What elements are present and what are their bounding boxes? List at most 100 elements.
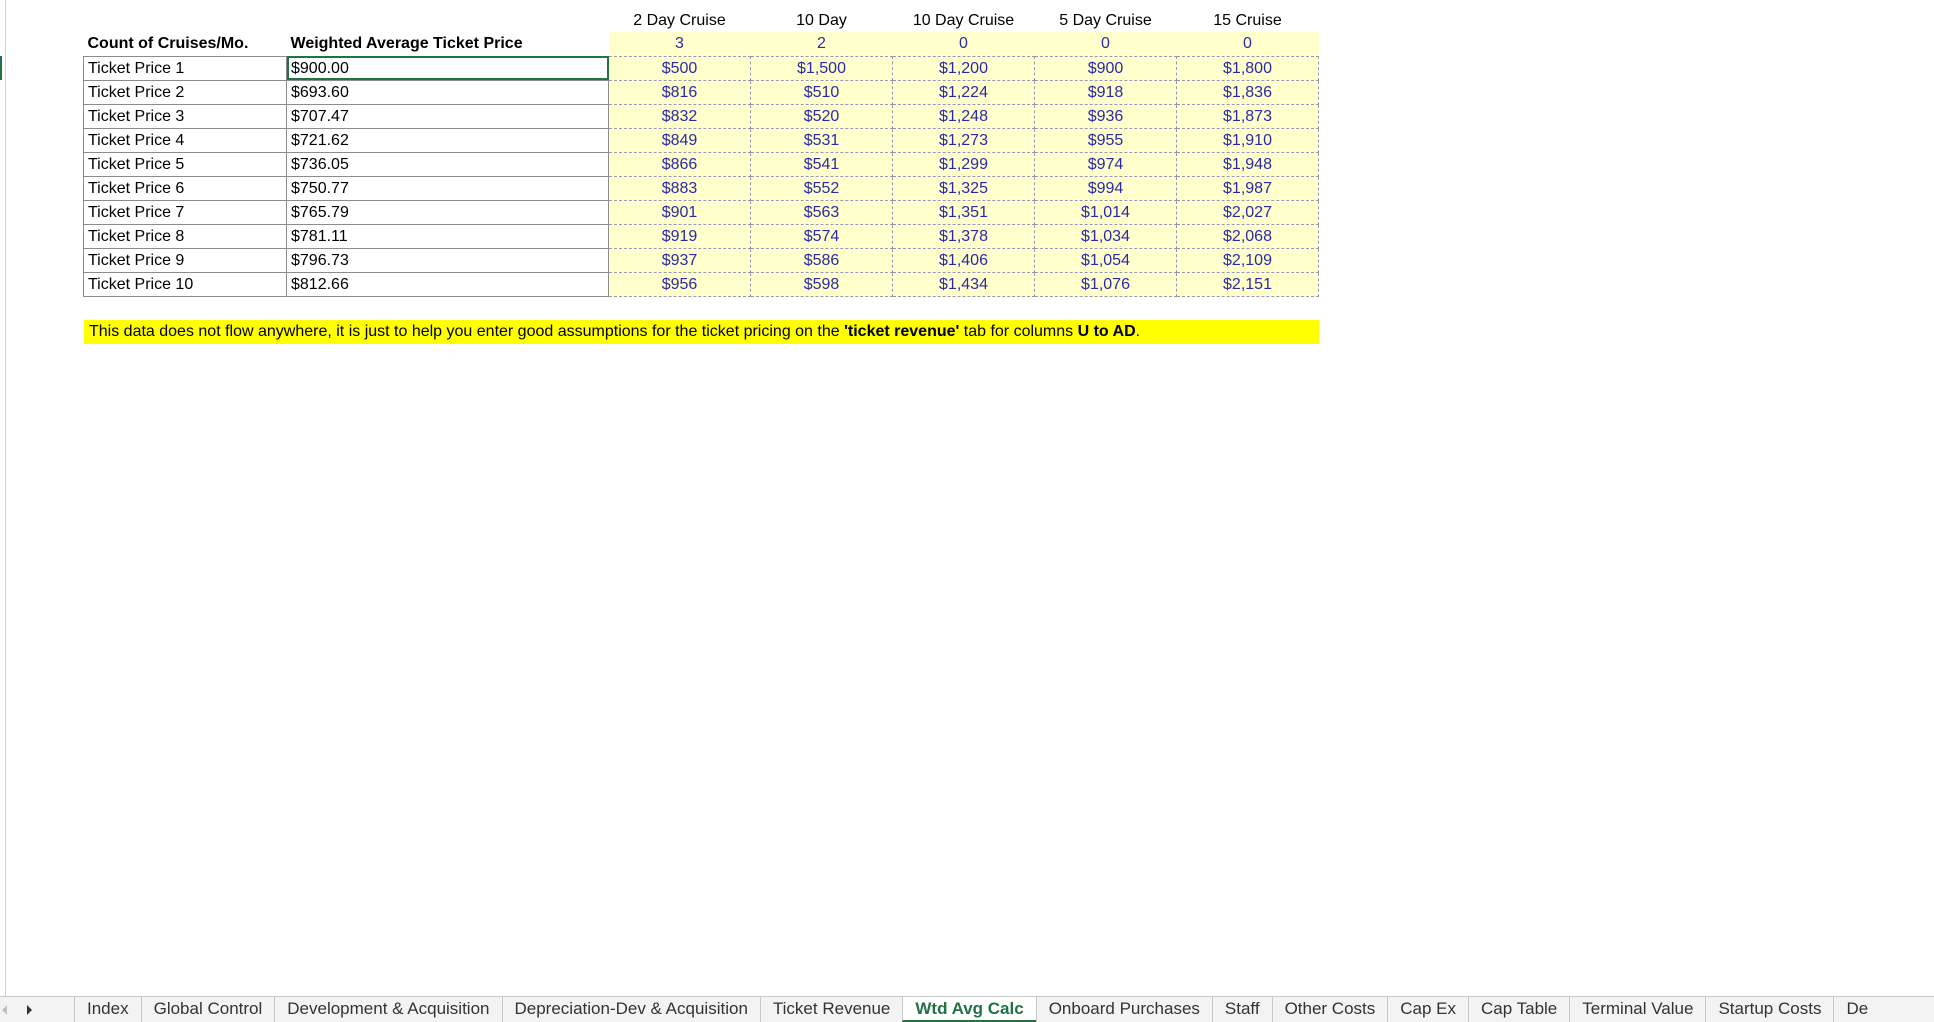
cruise-type-header[interactable]: 2 Day Cruise: [609, 8, 751, 32]
ticket-price-cell[interactable]: $866: [608, 152, 751, 177]
ticket-price-cell[interactable]: $832: [608, 104, 751, 129]
sheet-tab[interactable]: Global Control: [140, 997, 275, 1022]
sheet-tab[interactable]: De: [1833, 997, 1880, 1022]
sheet-tab[interactable]: Depreciation-Dev & Acquisition: [501, 997, 760, 1022]
sheet-tab[interactable]: Staff: [1211, 997, 1272, 1022]
sheet-tab[interactable]: Cap Ex: [1387, 997, 1468, 1022]
weighted-average-cell[interactable]: $796.73: [286, 247, 609, 273]
sheet-tab[interactable]: Ticket Revenue: [759, 997, 902, 1022]
ticket-price-cell[interactable]: $919: [608, 224, 751, 249]
cruise-type-header[interactable]: 15 Cruise: [1177, 8, 1319, 32]
sheet-tab[interactable]: Cap Table: [1468, 997, 1569, 1022]
ticket-price-label[interactable]: Ticket Price 9: [83, 247, 287, 273]
weighted-average-cell[interactable]: $721.62: [286, 127, 609, 153]
sheet-tab[interactable]: Other Costs: [1271, 997, 1388, 1022]
cruise-type-header[interactable]: 10 Day: [751, 8, 893, 32]
ticket-price-cell[interactable]: $816: [608, 80, 751, 105]
sheet-tab[interactable]: Onboard Purchases: [1035, 997, 1212, 1022]
ticket-price-cell[interactable]: $531: [750, 128, 893, 153]
ticket-price-cell[interactable]: $1,054: [1034, 248, 1177, 273]
empty-cell[interactable]: [84, 8, 287, 32]
ticket-price-cell[interactable]: $1,406: [892, 248, 1035, 273]
ticket-price-cell[interactable]: $1,248: [892, 104, 1035, 129]
ticket-price-cell[interactable]: $1,948: [1176, 152, 1319, 177]
ticket-price-cell[interactable]: $1,034: [1034, 224, 1177, 249]
ticket-price-cell[interactable]: $936: [1034, 104, 1177, 129]
ticket-price-cell[interactable]: $2,109: [1176, 248, 1319, 273]
sheet-tab[interactable]: Startup Costs: [1705, 997, 1833, 1022]
ticket-price-label[interactable]: Ticket Price 2: [83, 79, 287, 105]
ticket-price-cell[interactable]: $1,836: [1176, 80, 1319, 105]
ticket-price-label[interactable]: Ticket Price 5: [83, 151, 287, 177]
ticket-price-cell[interactable]: $1,351: [892, 200, 1035, 225]
sheet-tab[interactable]: Wtd Avg Calc: [902, 997, 1036, 1022]
ticket-price-cell[interactable]: $1,434: [892, 272, 1035, 297]
ticket-price-cell[interactable]: $1,910: [1176, 128, 1319, 153]
sheet-tab[interactable]: Development & Acquisition: [274, 997, 501, 1022]
weighted-average-cell[interactable]: $736.05: [286, 151, 609, 177]
weighted-average-cell-selected[interactable]: $900.00: [286, 55, 609, 81]
scroll-left-icon[interactable]: [2, 1005, 7, 1015]
ticket-price-cell[interactable]: $849: [608, 128, 751, 153]
ticket-price-cell[interactable]: $1,273: [892, 128, 1035, 153]
ticket-price-cell[interactable]: $883: [608, 176, 751, 201]
ticket-price-cell[interactable]: $900: [1034, 55, 1177, 81]
ticket-price-cell[interactable]: $956: [608, 272, 751, 297]
ticket-price-cell[interactable]: $1,378: [892, 224, 1035, 249]
ticket-price-cell[interactable]: $918: [1034, 80, 1177, 105]
ticket-price-cell[interactable]: $901: [608, 200, 751, 225]
count-of-cruises-header[interactable]: Count of Cruises/Mo.: [84, 32, 287, 56]
weighted-average-cell[interactable]: $693.60: [286, 79, 609, 105]
ticket-price-cell[interactable]: $563: [750, 200, 893, 225]
ticket-price-label[interactable]: Ticket Price 8: [83, 223, 287, 249]
cruise-type-header[interactable]: 5 Day Cruise: [1035, 8, 1177, 32]
ticket-price-cell[interactable]: $1,873: [1176, 104, 1319, 129]
ticket-price-cell[interactable]: $1,014: [1034, 200, 1177, 225]
sheet-tab[interactable]: Index: [74, 997, 141, 1022]
ticket-price-cell[interactable]: $500: [608, 55, 751, 81]
ticket-price-label[interactable]: Ticket Price 3: [83, 103, 287, 129]
ticket-price-cell[interactable]: $541: [750, 152, 893, 177]
cruise-count-cell[interactable]: 0: [892, 32, 1035, 56]
weighted-average-cell[interactable]: $707.47: [286, 103, 609, 129]
ticket-price-cell[interactable]: $552: [750, 176, 893, 201]
ticket-price-cell[interactable]: $1,200: [892, 55, 1035, 81]
ticket-price-cell[interactable]: $510: [750, 80, 893, 105]
ticket-price-label[interactable]: Ticket Price 10: [83, 271, 287, 297]
ticket-price-cell[interactable]: $520: [750, 104, 893, 129]
cruise-count-cell[interactable]: 0: [1034, 32, 1177, 56]
ticket-price-label[interactable]: Ticket Price 7: [83, 199, 287, 225]
ticket-price-cell[interactable]: $1,987: [1176, 176, 1319, 201]
ticket-price-label[interactable]: Ticket Price 6: [83, 175, 287, 201]
ticket-price-cell[interactable]: $586: [750, 248, 893, 273]
ticket-price-cell[interactable]: $2,151: [1176, 272, 1319, 297]
ticket-price-cell[interactable]: $974: [1034, 152, 1177, 177]
ticket-price-cell[interactable]: $2,027: [1176, 200, 1319, 225]
cruise-count-cell[interactable]: 3: [608, 32, 751, 56]
ticket-price-cell[interactable]: $598: [750, 272, 893, 297]
cruise-type-header[interactable]: 10 Day Cruise: [893, 8, 1035, 32]
weighted-average-cell[interactable]: $765.79: [286, 199, 609, 225]
cruise-count-cell[interactable]: 2: [750, 32, 893, 56]
ticket-price-cell[interactable]: $955: [1034, 128, 1177, 153]
ticket-price-cell[interactable]: $1,500: [750, 55, 893, 81]
ticket-price-label[interactable]: Ticket Price 1: [83, 55, 287, 81]
cruise-count-cell[interactable]: 0: [1176, 32, 1319, 56]
ticket-price-cell[interactable]: $1,299: [892, 152, 1035, 177]
scroll-right-icon[interactable]: [27, 1005, 32, 1015]
ticket-price-cell[interactable]: $1,325: [892, 176, 1035, 201]
ticket-price-cell[interactable]: $937: [608, 248, 751, 273]
weighted-average-cell[interactable]: $812.66: [286, 271, 609, 297]
sheet-tab[interactable]: Terminal Value: [1569, 997, 1705, 1022]
ticket-price-label[interactable]: Ticket Price 4: [83, 127, 287, 153]
weighted-average-cell[interactable]: $781.11: [286, 223, 609, 249]
ticket-price-cell[interactable]: $1,076: [1034, 272, 1177, 297]
ticket-price-cell[interactable]: $574: [750, 224, 893, 249]
ticket-price-cell[interactable]: $1,800: [1176, 55, 1319, 81]
empty-cell[interactable]: [287, 8, 609, 32]
weighted-average-cell[interactable]: $750.77: [286, 175, 609, 201]
assumption-note[interactable]: This data does not flow anywhere, it is …: [84, 320, 1319, 344]
ticket-price-cell[interactable]: $1,224: [892, 80, 1035, 105]
weighted-average-header[interactable]: Weighted Average Ticket Price: [287, 32, 609, 56]
ticket-price-cell[interactable]: $2,068: [1176, 224, 1319, 249]
